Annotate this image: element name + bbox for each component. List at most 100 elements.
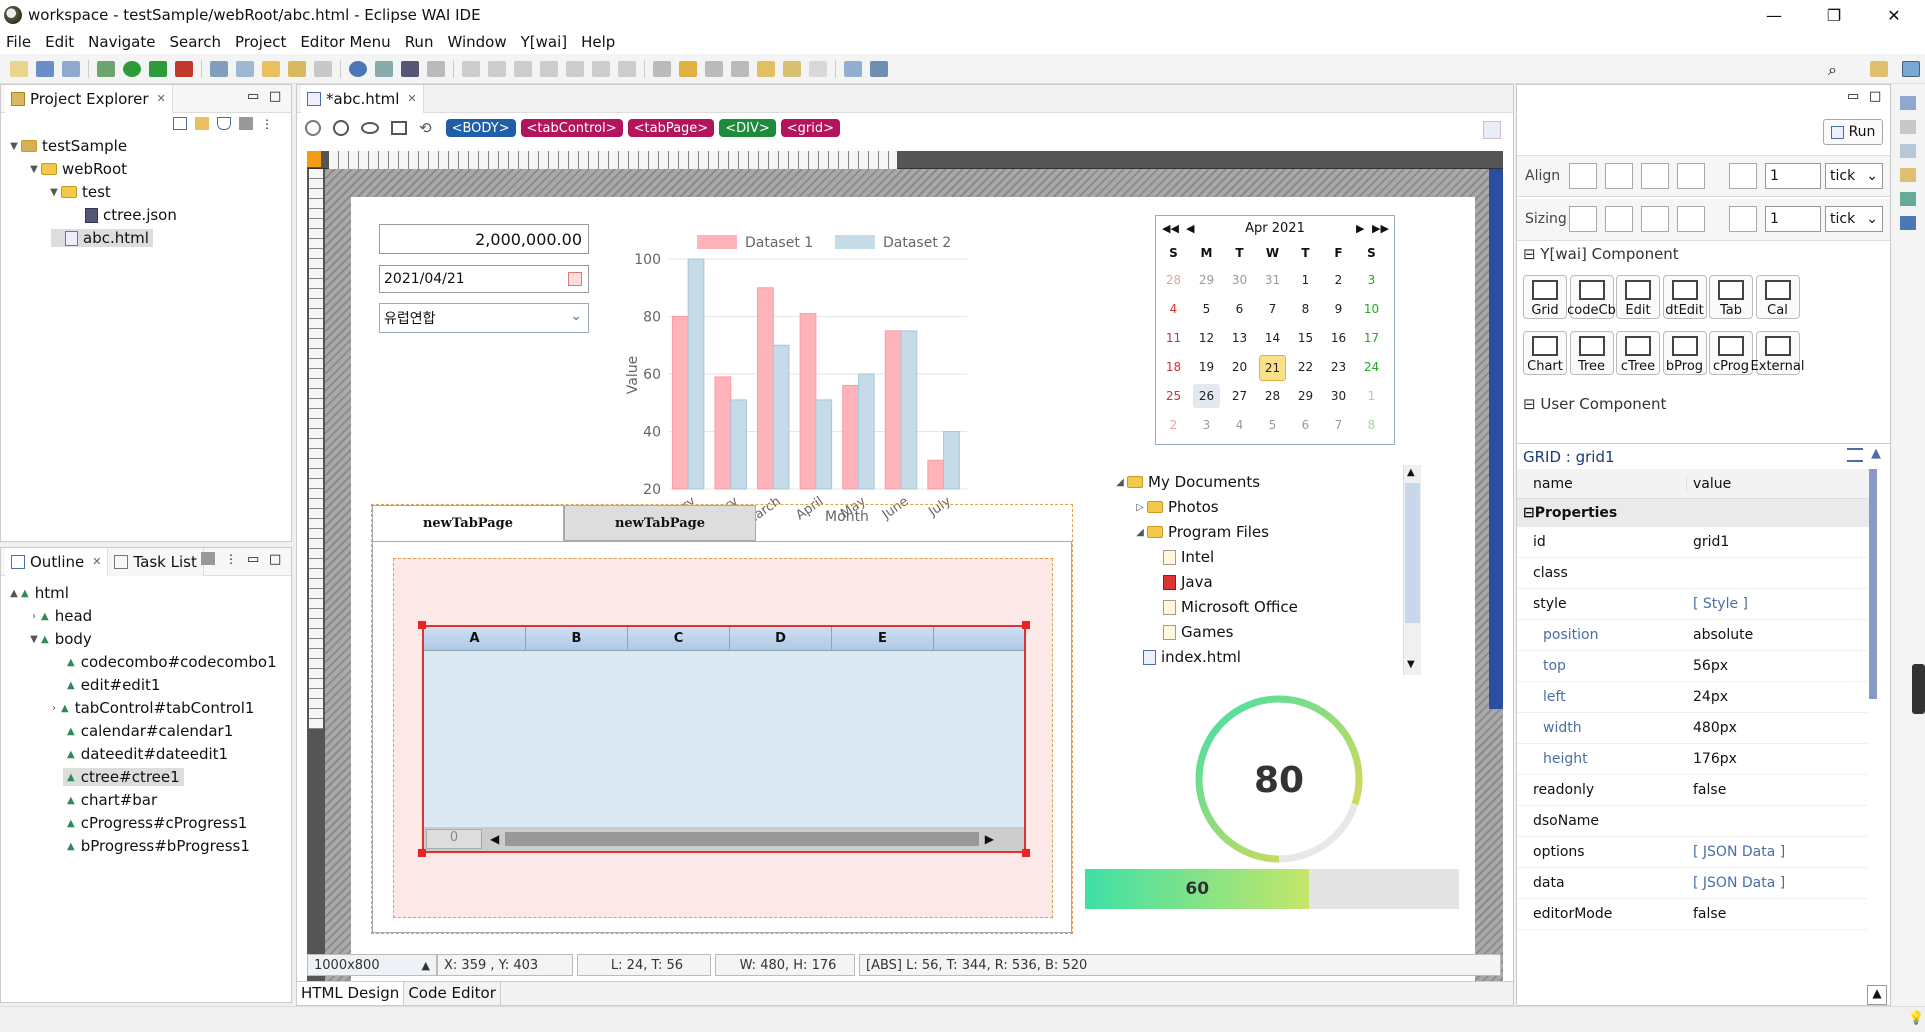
property-row-dsoname[interactable]: dsoName (1517, 806, 1867, 837)
palette-tab-button[interactable]: Tab (1709, 275, 1753, 319)
preview-eye-icon[interactable] (361, 122, 379, 134)
new-icon[interactable] (10, 60, 28, 77)
open-task-icon[interactable] (288, 60, 306, 77)
calendar-day[interactable]: 17 (1358, 326, 1385, 350)
property-row-style[interactable]: style [ Style ] (1517, 589, 1867, 620)
calendar-day[interactable]: 7 (1259, 297, 1286, 321)
new-web-icon[interactable] (236, 60, 254, 77)
property-row-top[interactable]: top 56px (1517, 651, 1867, 682)
palette-grid-button[interactable]: Grid (1523, 275, 1567, 319)
collapse-up-icon[interactable]: ▲ (1871, 446, 1881, 461)
scroll-top-icon[interactable]: ▲ (1867, 985, 1887, 1005)
link-editor-icon[interactable] (195, 117, 209, 130)
next-month-icon[interactable]: ▶ (1356, 222, 1364, 235)
tab-page-1[interactable]: newTabPage (372, 505, 564, 541)
step-return-icon[interactable] (618, 60, 636, 77)
grid-column-header[interactable]: D (730, 627, 832, 650)
calendar-day[interactable]: 4 (1160, 297, 1187, 321)
editor-tab-abc-html[interactable]: *abc.html ✕ (301, 84, 424, 113)
coverage-icon[interactable] (149, 60, 167, 77)
calendar-day[interactable]: 4 (1226, 413, 1253, 437)
outline-item-dateedit[interactable]: ▲ dateedit#dateedit1 (67, 745, 228, 763)
close-button[interactable]: ✕ (1865, 0, 1923, 30)
tab-page-2[interactable]: newTabPage (564, 505, 756, 541)
tree-item-test[interactable]: ▼ test (47, 183, 111, 201)
spacing-icon[interactable] (1729, 163, 1757, 189)
console-icon[interactable] (401, 60, 419, 77)
calendar-day[interactable]: 20 (1226, 355, 1253, 379)
same-height-icon[interactable] (1605, 206, 1633, 232)
fit-size-icon[interactable] (1677, 206, 1705, 232)
property-row-left[interactable]: left 24px (1517, 682, 1867, 713)
menu-editor-menu[interactable]: Editor Menu (300, 33, 390, 51)
calendar-day[interactable]: 28 (1160, 268, 1187, 292)
property-row-width[interactable]: width 480px (1517, 713, 1867, 744)
tree-item-webroot[interactable]: ▼ webRoot (27, 160, 127, 178)
calendar-day[interactable]: 16 (1325, 326, 1352, 350)
trim-icon[interactable] (1900, 120, 1916, 134)
menu-run[interactable]: Run (405, 33, 434, 51)
prev-month-icon[interactable]: ◀ (1186, 222, 1194, 235)
property-row-height[interactable]: height 176px (1517, 744, 1867, 775)
resize-handle[interactable] (418, 849, 426, 857)
maximize-view-icon[interactable]: □ (1869, 89, 1881, 104)
menu-edit[interactable]: Edit (45, 33, 74, 51)
close-icon[interactable]: ✕ (407, 92, 416, 105)
tree-item-abc-html[interactable]: abc.html (51, 229, 153, 247)
side-handle[interactable] (1912, 664, 1925, 714)
properties-section[interactable]: ⊟ Properties (1517, 499, 1877, 527)
ctree-item-microsoft-office[interactable]: Microsoft Office (1163, 598, 1298, 616)
chevron-down-icon[interactable]: ⌄ (570, 308, 582, 324)
calendar-day[interactable]: 3 (1358, 268, 1385, 292)
gear-icon[interactable] (239, 117, 253, 130)
property-value[interactable]: 480px (1687, 720, 1867, 736)
sizing-step-input[interactable]: 1 (1765, 206, 1821, 232)
calendar-day[interactable]: 25 (1160, 384, 1187, 408)
next-annotation-icon[interactable] (705, 60, 723, 77)
calendar-day[interactable]: 30 (1226, 268, 1253, 292)
align-unit-select[interactable]: tick ⌄ (1825, 163, 1883, 189)
calendar-day[interactable]: 31 (1259, 268, 1286, 292)
calendar-day[interactable]: 13 (1226, 326, 1253, 350)
palette-cal-button[interactable]: Cal (1755, 275, 1800, 319)
new-server-icon[interactable] (210, 60, 228, 77)
menu-help[interactable]: Help (581, 33, 615, 51)
calendar-day[interactable]: 19 (1193, 355, 1220, 379)
calendar-day[interactable]: 21 (1259, 355, 1286, 381)
outline-item-ctree[interactable]: ▲ ctree#ctree1 (63, 768, 184, 786)
menu-project[interactable]: Project (235, 33, 286, 51)
step-into-icon[interactable] (566, 60, 584, 77)
property-row-readonly[interactable]: readonly false (1517, 775, 1867, 806)
calendar-day[interactable]: 9 (1325, 297, 1352, 321)
resize-handle[interactable] (418, 621, 426, 629)
sort-icon[interactable] (1847, 448, 1863, 462)
collapse-all-icon[interactable] (173, 117, 187, 130)
menu-search[interactable]: Search (169, 33, 221, 51)
close-icon[interactable]: ✕ (92, 555, 101, 568)
calendar-day[interactable]: 6 (1292, 413, 1319, 437)
align-step-input[interactable]: 1 (1765, 163, 1821, 189)
resize-handle[interactable] (1022, 849, 1030, 857)
calendar-day[interactable]: 11 (1160, 326, 1187, 350)
outline-item-tabcontrol[interactable]: › ▲ tabControl#tabControl1 (47, 699, 254, 717)
highlight-icon[interactable] (679, 60, 697, 77)
palette-bprog-button[interactable]: bProg (1662, 331, 1707, 375)
suspend-icon[interactable] (488, 60, 506, 77)
scroll-down-icon[interactable]: ▼ (1407, 659, 1415, 670)
task-list-tab[interactable]: Task List (108, 547, 204, 576)
save-all-icon[interactable] (62, 60, 80, 77)
property-value[interactable]: 176px (1687, 751, 1867, 767)
align-right-icon[interactable] (1641, 163, 1669, 189)
calendar-day[interactable]: 1 (1358, 384, 1385, 408)
run-icon[interactable] (123, 60, 141, 77)
code-view-icon[interactable] (391, 121, 407, 135)
last-edit-icon[interactable] (757, 60, 775, 77)
sizing-step-icon[interactable] (1729, 206, 1757, 232)
calendar-icon[interactable] (568, 272, 582, 286)
settings-icon[interactable] (305, 120, 321, 136)
scroll-left-icon[interactable]: ◀ (490, 832, 499, 846)
calendar-day[interactable]: 8 (1292, 297, 1319, 321)
prev-annotation-icon[interactable] (731, 60, 749, 77)
outline-item-body[interactable]: ▼ ▲ body (27, 630, 92, 648)
property-value[interactable]: false (1687, 782, 1867, 798)
